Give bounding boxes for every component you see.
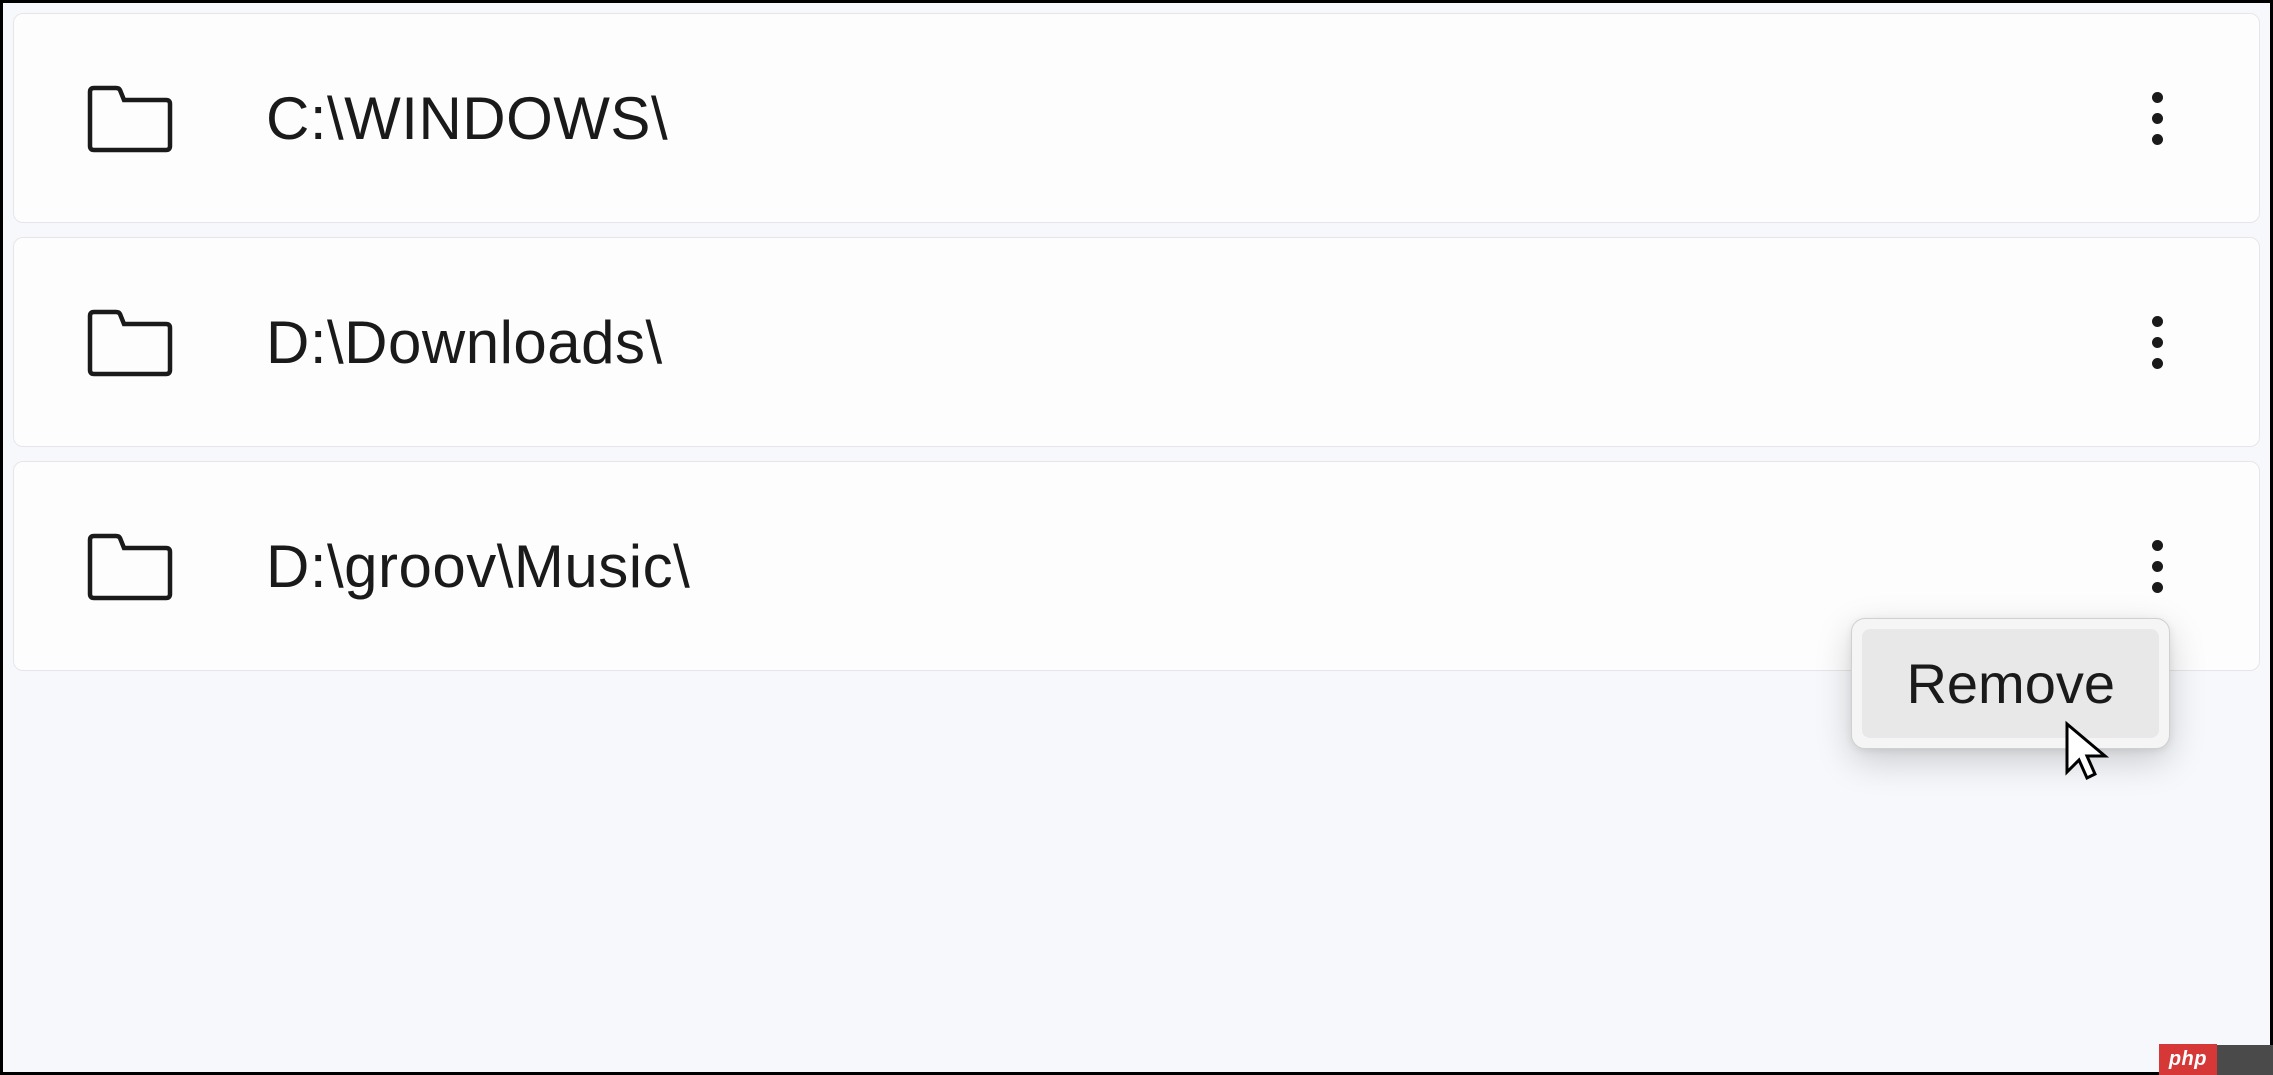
folder-icon (86, 82, 174, 154)
folder-icon (86, 306, 174, 378)
folder-path-label: C:\WINDOWS\ (266, 84, 2127, 153)
folder-path-label: D:\groov\Music\ (266, 532, 2127, 601)
more-options-button[interactable] (2127, 88, 2187, 148)
more-options-button[interactable] (2127, 536, 2187, 596)
remove-menu-item[interactable]: Remove (1862, 629, 2159, 738)
vertical-dots-icon (2152, 540, 2163, 593)
vertical-dots-icon (2152, 316, 2163, 369)
folder-list: C:\WINDOWS\ D:\Downloads\ D:\groov\Music… (3, 3, 2270, 1072)
folder-row[interactable]: D:\Downloads\ (13, 237, 2260, 447)
watermark-decoration (2217, 1045, 2273, 1075)
watermark-label: php (2159, 1044, 2217, 1075)
folder-icon (86, 530, 174, 602)
watermark: php (2159, 1044, 2273, 1075)
more-options-button[interactable] (2127, 312, 2187, 372)
context-menu: Remove (1851, 618, 2170, 749)
vertical-dots-icon (2152, 92, 2163, 145)
folder-row[interactable]: C:\WINDOWS\ (13, 13, 2260, 223)
folder-path-label: D:\Downloads\ (266, 308, 2127, 377)
